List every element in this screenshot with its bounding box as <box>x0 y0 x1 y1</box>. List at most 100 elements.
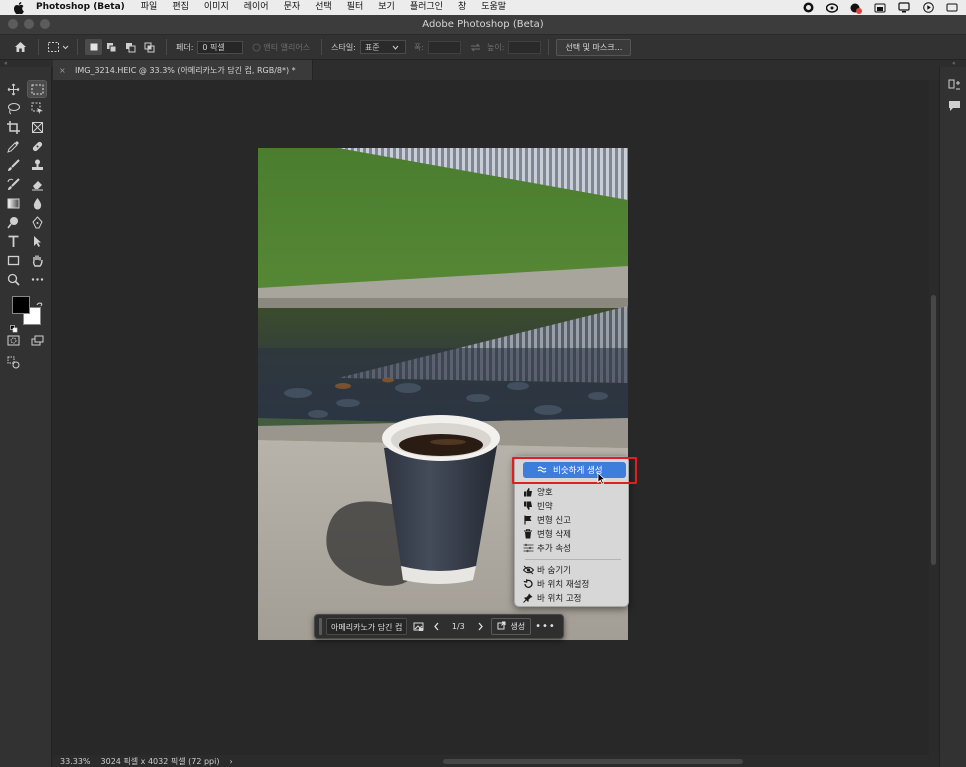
previous-variation-icon[interactable] <box>427 618 445 635</box>
menu-view[interactable]: 보기 <box>378 0 395 15</box>
rectangle-tool-icon[interactable] <box>4 252 22 268</box>
menu-item-hide-bar[interactable]: 바 숨기기 <box>522 563 571 576</box>
quick-mask-icon[interactable] <box>4 332 22 348</box>
annotation-highlight-box <box>512 457 637 484</box>
select-and-mask-button[interactable]: 선택 및 마스크... <box>556 38 632 56</box>
type-tool-icon[interactable] <box>4 233 22 249</box>
intersect-selection-icon[interactable] <box>140 39 159 55</box>
menu-help[interactable]: 도움말 <box>481 0 506 15</box>
display-icon[interactable] <box>898 2 910 14</box>
screen-mode-icon[interactable] <box>28 332 46 348</box>
flag-icon <box>522 514 534 526</box>
generate-button[interactable]: 생성 <box>491 618 532 635</box>
menu-layer[interactable]: 레이어 <box>244 0 269 15</box>
edit-toolbar-icon[interactable] <box>4 354 22 370</box>
zoom-tool-icon[interactable] <box>4 271 22 287</box>
menu-file[interactable]: 파일 <box>141 0 158 15</box>
taskbar-drag-handle[interactable] <box>319 618 322 635</box>
pen-tool-icon[interactable] <box>28 214 46 230</box>
menu-item-poor[interactable]: 빈약 <box>522 499 553 512</box>
menu-item-report[interactable]: 변형 신고 <box>522 513 571 526</box>
menu-item-reset-position[interactable]: 바 위치 재설정 <box>522 577 589 590</box>
blur-tool-icon[interactable] <box>28 195 46 211</box>
menu-image[interactable]: 이미지 <box>204 0 229 15</box>
creative-cloud-icon[interactable] <box>826 2 838 14</box>
feather-input[interactable]: 0 픽셀 <box>197 40 244 54</box>
width-input[interactable] <box>427 40 461 54</box>
chevron-down-icon <box>392 43 399 52</box>
frame-tool-icon[interactable] <box>28 119 46 135</box>
hand-tool-icon[interactable] <box>28 252 46 268</box>
next-variation-icon[interactable] <box>471 618 489 635</box>
menu-select[interactable]: 선택 <box>315 0 332 15</box>
cc-notification-icon[interactable] <box>850 2 862 14</box>
comments-panel-icon[interactable] <box>945 97 963 113</box>
window-icon[interactable] <box>874 2 886 14</box>
rectangular-marquee-tool-icon[interactable] <box>27 80 47 98</box>
add-selection-icon[interactable] <box>102 39 121 55</box>
photoshop-window: Photoshop (Beta) 파일 편집 이미지 레이어 문자 선택 필터 … <box>0 0 966 767</box>
vertical-scrollbar[interactable] <box>929 80 938 755</box>
apple-icon[interactable] <box>12 1 26 15</box>
collapse-left-icon[interactable]: « <box>4 60 8 67</box>
menu-app-name[interactable]: Photoshop (Beta) <box>36 0 125 15</box>
path-selection-tool-icon[interactable] <box>28 233 46 249</box>
crop-tool-icon[interactable] <box>4 119 22 135</box>
object-selection-tool-icon[interactable] <box>28 100 46 116</box>
tools-panel <box>0 67 52 767</box>
eraser-tool-icon[interactable] <box>28 176 46 192</box>
vertical-scroll-thumb[interactable] <box>931 295 936 565</box>
tab-bar-empty <box>313 60 939 80</box>
subtract-selection-icon[interactable] <box>121 39 140 55</box>
style-select[interactable]: 표준 <box>359 40 406 54</box>
mouse-cursor-icon <box>597 470 606 489</box>
antialias-label: 앤티 앨리어스 <box>263 42 311 52</box>
history-brush-tool-icon[interactable] <box>4 176 22 192</box>
spot-healing-brush-icon[interactable] <box>28 138 46 154</box>
record-icon[interactable] <box>802 2 814 14</box>
dodge-tool-icon[interactable] <box>4 214 22 230</box>
more-tools-icon[interactable] <box>28 271 46 287</box>
menu-filter[interactable]: 필터 <box>347 0 364 15</box>
clone-stamp-tool-icon[interactable] <box>28 157 46 173</box>
menu-plugins[interactable]: 플러그인 <box>410 0 443 15</box>
horizontal-scroll-thumb[interactable] <box>443 759 743 764</box>
menu-item-properties[interactable]: 추가 속성 <box>522 541 571 554</box>
brush-tool-icon[interactable] <box>4 157 22 173</box>
menu-item-delete[interactable]: 변형 삭제 <box>522 527 571 540</box>
antialias-checkbox[interactable] <box>251 39 261 55</box>
more-options-button[interactable]: ••• <box>535 621 555 632</box>
menu-separator <box>525 559 621 560</box>
screen-mirror-icon[interactable] <box>946 2 958 14</box>
menu-window[interactable]: 창 <box>458 0 466 15</box>
home-icon[interactable] <box>12 39 28 55</box>
foreground-color-swatch[interactable] <box>12 296 30 314</box>
document-tab[interactable]: × IMG_3214.HEIC @ 33.3% (아메리카노가 담긴 컵, RG… <box>53 60 313 80</box>
play-icon[interactable] <box>922 2 934 14</box>
eyedropper-tool-icon[interactable] <box>4 138 22 154</box>
width-label: 폭: <box>413 42 424 52</box>
menu-type[interactable]: 문자 <box>284 0 301 15</box>
swap-colors-icon[interactable] <box>36 295 44 314</box>
menu-edit[interactable]: 편집 <box>172 0 189 15</box>
zoom-level[interactable]: 33.33% <box>60 757 91 766</box>
window-title: Adobe Photoshop (Beta) <box>422 19 544 30</box>
generative-prompt-field[interactable]: 아메리카노가 담긴 컵 <box>326 618 408 635</box>
marquee-preset-icon[interactable] <box>46 39 70 55</box>
document-tab-title: IMG_3214.HEIC @ 33.3% (아메리카노가 담긴 컵, RGB/… <box>75 65 296 75</box>
lasso-tool-icon[interactable] <box>4 100 22 116</box>
menu-item-good[interactable]: 양호 <box>522 485 553 498</box>
move-tool-icon[interactable] <box>4 81 22 97</box>
gradient-tool-icon[interactable] <box>4 195 22 211</box>
swap-dimensions-icon[interactable] <box>467 39 485 55</box>
height-input[interactable] <box>508 40 542 54</box>
close-tab-icon[interactable]: × <box>59 66 69 75</box>
new-selection-icon[interactable] <box>85 39 102 55</box>
menu-item-pin-position[interactable]: 바 위치 고정 <box>522 591 582 604</box>
options-divider <box>548 39 550 55</box>
adjustments-panel-icon[interactable] <box>945 77 963 93</box>
collapse-right-icon[interactable]: « <box>952 60 956 67</box>
status-menu-arrow[interactable]: › <box>229 757 232 766</box>
image-variations-icon[interactable] <box>409 618 427 635</box>
menu-status-icons <box>802 0 958 15</box>
